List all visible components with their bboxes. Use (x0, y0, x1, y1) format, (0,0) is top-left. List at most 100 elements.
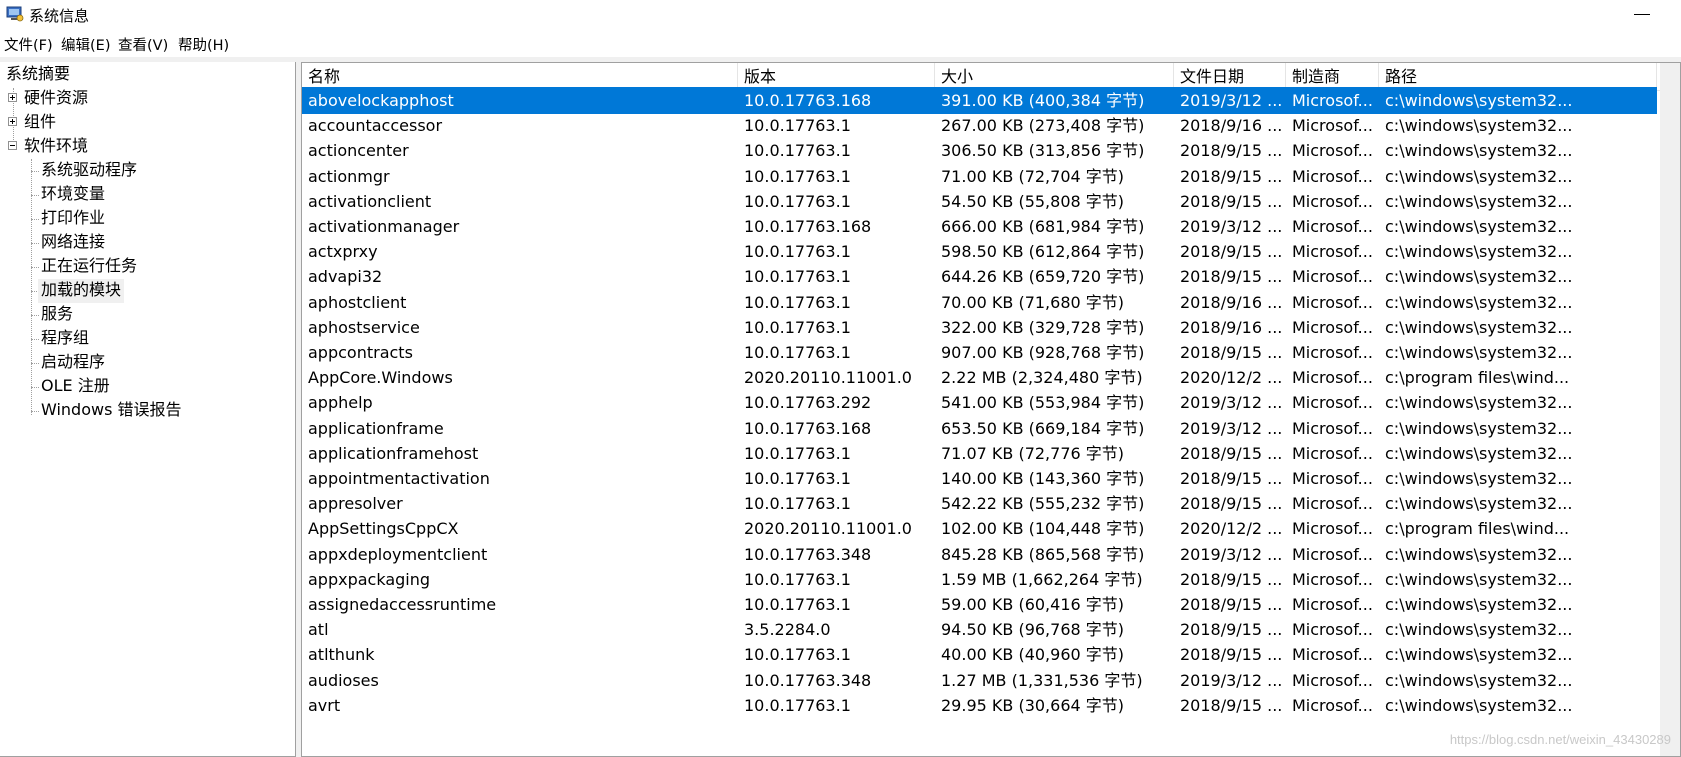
table-row[interactable]: actxprxy 10.0.17763.1 598.50 KB (612,864 字… (302, 238, 1657, 265)
cell-manufacturer: Microsof... (1292, 494, 1373, 514)
tree-child-item[interactable]: 网络连接 (41, 231, 105, 255)
cell-file-date: 2018/9/15 ... (1180, 595, 1283, 614)
cell-name: activationclient (308, 191, 432, 211)
tree-child-item[interactable]: Windows 错误报告 (41, 399, 182, 423)
cell-size: 1.59 MB (1,662,264 字节) (941, 569, 1143, 589)
menu-file[interactable]: 文件(F) (4, 34, 53, 55)
tree-connector (31, 243, 39, 244)
cell-path: c:\windows\system32... (1385, 242, 1573, 262)
table-row[interactable]: apphelp 10.0.17763.292 541.00 KB (553,984 … (302, 389, 1657, 416)
tree-connector (31, 267, 39, 268)
cell-file-date: 2019/3/12 ... (1180, 91, 1283, 110)
tree-item-components[interactable]: 组件 (24, 111, 56, 135)
tree-child-item[interactable]: 打印作业 (41, 207, 105, 231)
navigation-tree[interactable]: 系统摘要 硬件资源 组件 软件环境 系统驱动程序 环境变量 打印作业 网络连接 正在运行… (0, 62, 296, 757)
cell-size: 2.22 MB (2,324,480 字节) (941, 368, 1143, 388)
cell-size: 71.00 KB (72,704 字节) (941, 166, 1125, 186)
table-row[interactable]: appxdeploymentclient 10.0.17763.348 845.28… (302, 541, 1657, 568)
tree-root-system-summary[interactable]: 系统摘要 (6, 63, 70, 87)
expand-plus-icon[interactable] (8, 117, 17, 126)
cell-file-date: 2018/9/15 ... (1180, 695, 1283, 715)
collapse-minus-icon[interactable] (8, 141, 17, 150)
tree-child-item[interactable]: 系统驱动程序 (41, 159, 137, 183)
table-row[interactable]: actioncenter 10.0.17763.1 306.50 KB (313,8… (302, 137, 1657, 164)
cell-file-date: 2019/3/12 ... (1180, 544, 1283, 564)
table-row[interactable]: assignedaccessruntime 10.0.17763.1 59.00 K… (302, 591, 1657, 618)
table-row[interactable]: appointmentactivation 10.0.17763.1 140.00 … (302, 465, 1657, 492)
cell-manufacturer: Microsof... (1292, 544, 1373, 564)
cell-path: c:\windows\system32... (1385, 116, 1573, 136)
table-row[interactable]: atlthunk 10.0.17763.1 40.00 KB (40,960 字节)… (302, 641, 1657, 668)
minimize-button[interactable] (1619, 0, 1665, 30)
table-row[interactable]: appxpackaging 10.0.17763.1 1.59 MB (1,662,… (302, 566, 1657, 593)
cell-name: avrt (308, 695, 341, 715)
cell-file-date: 2018/9/15 ... (1180, 166, 1283, 186)
table-row[interactable]: advapi32 10.0.17763.1 644.26 KB (659,720 字… (302, 263, 1657, 290)
table-row[interactable]: activationmanager 10.0.17763.168 666.00 KB… (302, 213, 1657, 240)
cell-size: 306.50 KB (313,856 字节) (941, 141, 1145, 161)
tree-connector (31, 363, 39, 364)
table-row[interactable]: activationclient 10.0.17763.1 54.50 KB (55… (302, 188, 1657, 215)
table-row[interactable]: audioses 10.0.17763.348 1.27 MB (1,331,536… (302, 667, 1657, 694)
cell-path: c:\windows\system32... (1385, 620, 1573, 640)
vertical-scrollbar[interactable] (1660, 63, 1680, 756)
cell-version: 10.0.17763.348 (744, 544, 872, 564)
cell-name: AppSettingsCppCX (308, 519, 459, 539)
table-row[interactable]: avrt 10.0.17763.1 29.95 KB (30,664 字节) 2018… (302, 692, 1657, 719)
tree-child-item[interactable]: 正在运行任务 (41, 255, 137, 279)
table-row[interactable]: applicationframe 10.0.17763.168 653.50 KB … (302, 415, 1657, 442)
cell-size: 541.00 KB (553,984 字节) (941, 393, 1145, 413)
tree-child-item[interactable]: 启动程序 (41, 351, 105, 375)
table-row[interactable]: atl 3.5.2284.0 94.50 KB (96,768 字节) 2018/9/… (302, 616, 1657, 643)
window-title: 系统信息 (29, 7, 90, 25)
tree-child-item[interactable]: OLE 注册 (41, 375, 110, 399)
tree-item-software-environment[interactable]: 软件环境 (24, 135, 88, 159)
cell-path: c:\windows\system32... (1385, 645, 1573, 665)
table-row[interactable]: accountaccessor 10.0.17763.1 267.00 KB (27… (302, 112, 1657, 139)
cell-name: assignedaccessruntime (308, 595, 497, 614)
module-list[interactable]: 名称 版本 大小 文件日期 制造商 路径 abovelockapphost 10.… (301, 62, 1681, 757)
table-row[interactable]: aphostservice 10.0.17763.1 322.00 KB (329,… (302, 314, 1657, 341)
cell-path: c:\windows\system32... (1385, 569, 1573, 589)
menu-edit[interactable]: 编辑(E) (61, 34, 110, 55)
cell-version: 10.0.17763.1 (744, 191, 851, 211)
table-row[interactable]: aphostclient 10.0.17763.1 70.00 KB (71,680… (302, 289, 1657, 316)
cell-name: audioses (308, 670, 379, 690)
table-row[interactable]: abovelockapphost 10.0.17763.168 391.00 KB … (302, 87, 1657, 114)
tree-child-item[interactable]: 程序组 (41, 327, 89, 351)
menu-help[interactable]: 帮助(H) (178, 34, 229, 55)
expand-plus-icon[interactable] (8, 93, 17, 102)
tree-connector (31, 387, 39, 388)
cell-manufacturer: Microsof... (1292, 695, 1373, 715)
table-row[interactable]: appcontracts 10.0.17763.1 907.00 KB (928,7… (302, 339, 1657, 366)
cell-name: appxdeploymentclient (308, 544, 488, 564)
cell-manufacturer: Microsof... (1292, 166, 1373, 186)
cell-version: 10.0.17763.1 (744, 443, 851, 463)
tree-child-item[interactable]: 加载的模块 (38, 279, 125, 303)
table-row[interactable]: appresolver 10.0.17763.1 542.22 KB (555,23… (302, 490, 1657, 517)
cell-path: c:\windows\system32... (1385, 292, 1573, 312)
cell-version: 10.0.17763.168 (744, 91, 872, 110)
cell-size: 59.00 KB (60,416 字节) (941, 595, 1125, 614)
cell-name: appresolver (308, 494, 403, 514)
cell-name: appointmentactivation (308, 469, 490, 488)
table-row[interactable]: AppSettingsCppCX 2020.20110.11001.0 102.00… (302, 515, 1657, 542)
tree-item-hardware-resources[interactable]: 硬件资源 (24, 87, 88, 111)
table-row[interactable]: actionmgr 10.0.17763.1 71.00 KB (72,704 字节… (302, 163, 1657, 190)
cell-path: c:\windows\system32... (1385, 343, 1573, 362)
cell-name: advapi32 (308, 267, 383, 287)
tree-connector (31, 219, 39, 220)
cell-version: 10.0.17763.168 (744, 418, 872, 438)
cell-name: applicationframehost (308, 443, 479, 463)
menu-view[interactable]: 查看(V) (118, 34, 168, 55)
tree-child-item[interactable]: 环境变量 (41, 183, 105, 207)
cell-file-date: 2019/3/12 ... (1180, 418, 1283, 438)
table-row[interactable]: applicationframehost 10.0.17763.1 71.07 KB… (302, 440, 1657, 467)
table-row[interactable]: AppCore.Windows 2020.20110.11001.0 2.22 MB… (302, 364, 1657, 391)
tree-child-item[interactable]: 服务 (41, 303, 73, 327)
cell-manufacturer: Microsof... (1292, 141, 1373, 161)
cell-size: 267.00 KB (273,408 字节) (941, 116, 1145, 136)
cell-version: 2020.20110.11001.0 (744, 368, 912, 388)
cell-manufacturer: Microsof... (1292, 519, 1373, 539)
cell-path: c:\windows\system32... (1385, 317, 1573, 337)
